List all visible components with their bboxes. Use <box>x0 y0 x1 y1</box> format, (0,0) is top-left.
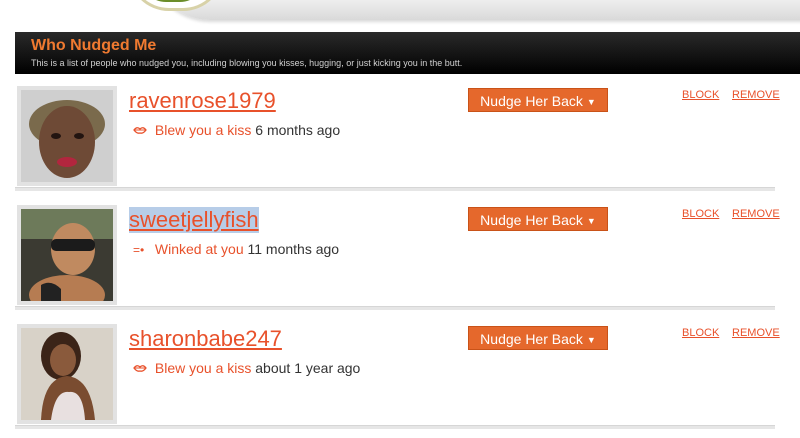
kiss-lips-icon <box>133 362 151 376</box>
caret-down-icon: ▼ <box>586 216 596 226</box>
nudge-back-label: Nudge Her Back <box>480 212 583 228</box>
caret-down-icon: ▼ <box>586 335 596 345</box>
block-link[interactable]: BLOCK <box>682 208 719 220</box>
header-swoosh <box>150 0 800 20</box>
activity-line: Blew you a kiss about 1 year ago <box>133 360 360 376</box>
wink-icon: =• <box>133 243 145 257</box>
activity-time: about 1 year ago <box>255 360 361 376</box>
avatar[interactable] <box>17 205 117 315</box>
kiss-lips-icon <box>133 124 151 138</box>
block-link[interactable]: BLOCK <box>682 327 719 339</box>
activity-label[interactable]: Blew you a kiss <box>155 122 251 138</box>
avatar[interactable] <box>17 86 117 186</box>
username-link[interactable]: sharonbabe247 <box>129 326 282 352</box>
nudge-back-button[interactable]: Nudge Her Back ▼ <box>468 88 608 112</box>
activity-time: 11 months ago <box>247 241 340 257</box>
block-link[interactable]: BLOCK <box>682 89 719 101</box>
top-decoration <box>0 0 800 32</box>
remove-link[interactable]: REMOVE <box>732 327 780 339</box>
activity-time: 6 months ago <box>255 122 341 138</box>
nudge-back-label: Nudge Her Back <box>480 93 583 109</box>
nudge-row: ravenrose1979 Blew you a kiss 6 months a… <box>15 80 800 191</box>
activity-line: =• Winked at you 11 months ago <box>133 241 339 257</box>
username-link[interactable]: ravenrose1979 <box>129 88 276 114</box>
nudge-back-button[interactable]: Nudge Her Back ▼ <box>468 326 608 350</box>
profile-photo <box>21 90 113 182</box>
remove-link[interactable]: REMOVE <box>732 208 780 220</box>
page-subtitle: This is a list of people who nudged you,… <box>31 58 463 68</box>
activity-line: Blew you a kiss 6 months ago <box>133 122 340 138</box>
remove-link[interactable]: REMOVE <box>732 89 780 101</box>
nudge-back-label: Nudge Her Back <box>480 331 583 347</box>
page-title: Who Nudged Me <box>31 37 157 54</box>
activity-label[interactable]: Winked at you <box>155 241 244 257</box>
row-divider <box>15 306 775 310</box>
avatar[interactable] <box>17 324 117 424</box>
nudge-back-button[interactable]: Nudge Her Back ▼ <box>468 207 608 231</box>
username-link[interactable]: sweetjellyfish <box>129 207 259 233</box>
section-header: Who Nudged Me This is a list of people w… <box>15 32 800 74</box>
profile-photo <box>21 328 113 420</box>
row-divider <box>15 425 775 429</box>
row-divider <box>15 187 775 191</box>
caret-down-icon: ▼ <box>586 97 596 107</box>
nudge-row: sharonbabe247 Blew you a kiss about 1 ye… <box>15 318 800 429</box>
activity-label[interactable]: Blew you a kiss <box>155 360 251 376</box>
profile-photo <box>21 209 113 315</box>
nudge-row: sweetjellyfish =• Winked at you 11 month… <box>15 199 800 315</box>
